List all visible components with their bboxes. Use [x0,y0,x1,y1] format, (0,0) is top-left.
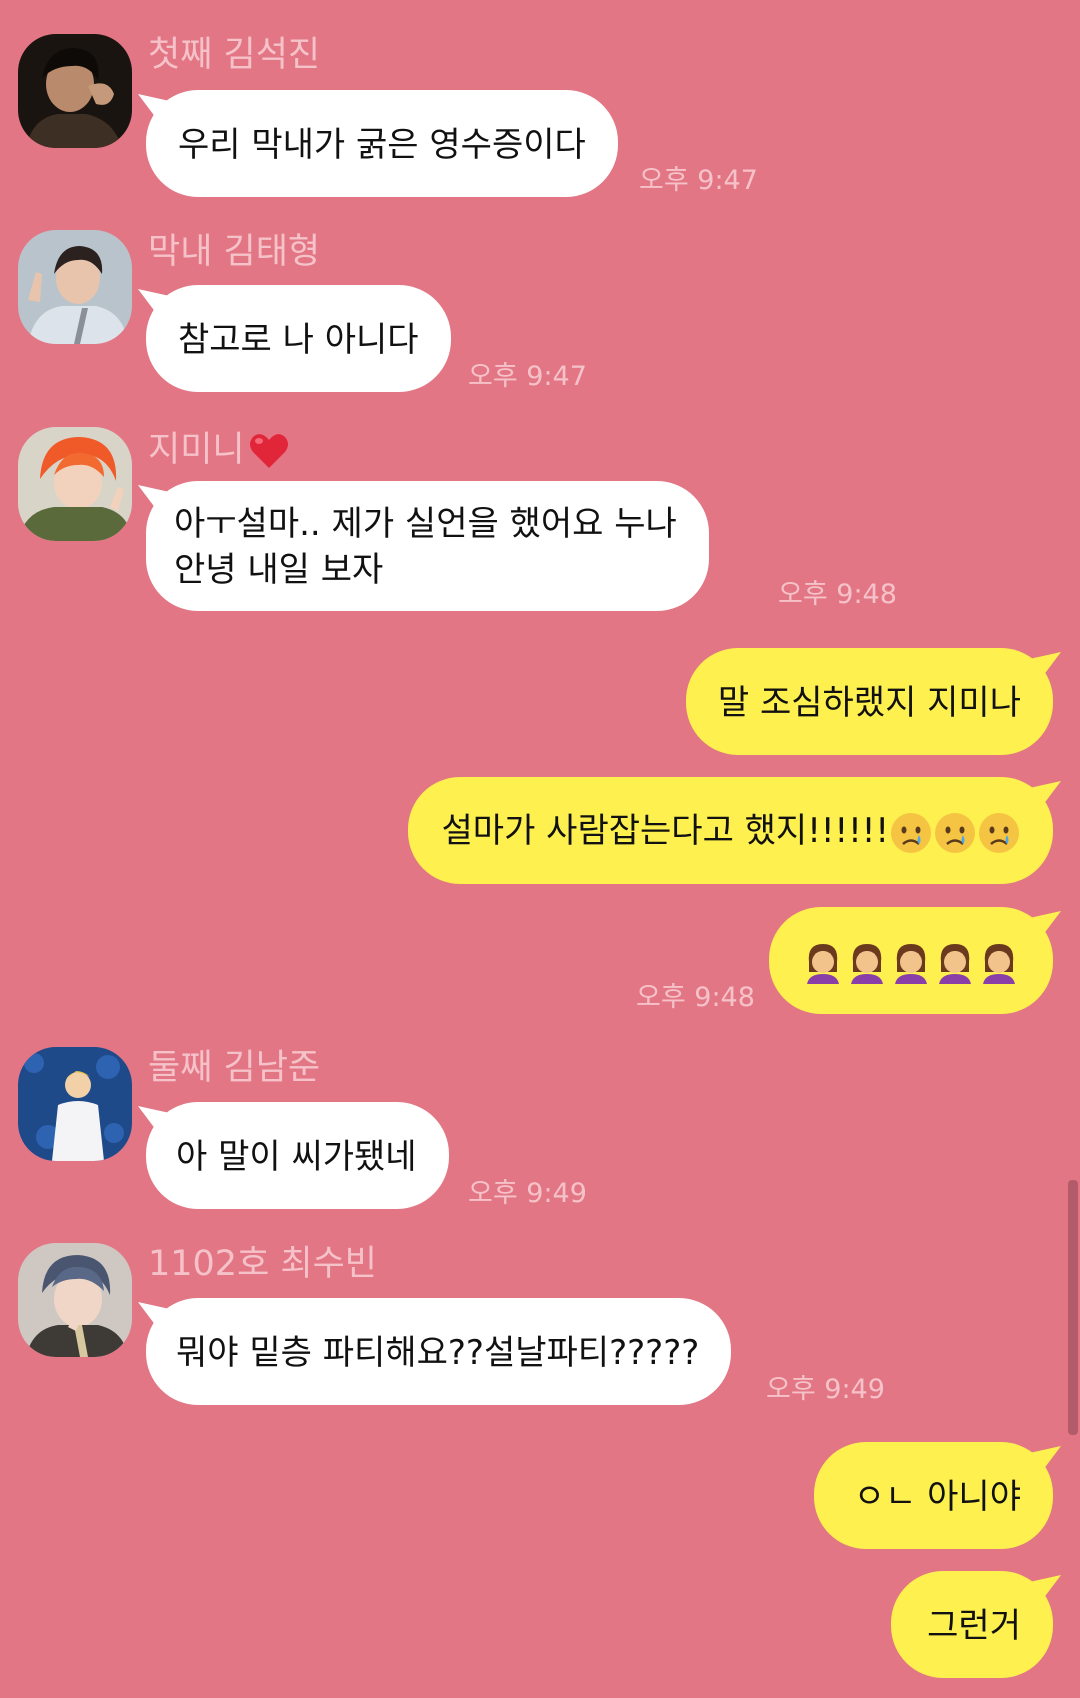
crying-face-emoji [889,811,933,855]
message-timestamp: 오후 9:48 [778,579,897,610]
incoming-message-bubble[interactable]: 참고로 나 아니다 [146,285,451,392]
facepalm-emoji [977,940,1021,984]
facepalm-emoji [889,940,933,984]
sender-name: 1102호 최수빈 [148,1244,377,1284]
crying-face-emoji [977,811,1021,855]
incoming-message-bubble[interactable]: 우리 막내가 굵은 영수증이다 [146,90,618,197]
scrollbar-thumb[interactable] [1068,1180,1078,1435]
outgoing-message-bubble[interactable]: 그런거 [891,1571,1053,1678]
incoming-message-bubble[interactable]: 아ㅜ설마.. 제가 실언을 했어요 누나 안녕 내일 보자 [146,481,709,611]
message-text: 참고로 나 아니다 [178,320,419,360]
avatar-taehyung[interactable] [18,230,132,344]
emoji-row [801,937,1021,984]
message-text: 우리 막내가 굵은 영수증이다 [178,125,586,165]
red-heart-icon [247,428,291,472]
message-text: 아ㅜ설마.. 제가 실언을 했어요 누나 [174,504,677,544]
outgoing-message-bubble[interactable]: 말 조심하랬지 지미나 [685,648,1053,755]
message-text: 설마가 사람잡는다고 했지!!!!!! [441,811,889,851]
crying-face-emoji [933,811,977,855]
avatar-soobin[interactable] [18,1243,132,1357]
avatar-namjoon[interactable] [18,1047,132,1161]
sender-name: 첫째 김석진 [148,35,321,75]
outgoing-message-bubble[interactable] [769,907,1053,1014]
message-row: 설마가 사람잡는다고 했지!!!!!! [442,808,1021,855]
message-text: 뭐야 밑층 파티해요??설날파티????? [176,1333,700,1373]
sender-name-text: 지미니 [148,430,245,470]
facepalm-emoji [933,940,977,984]
message-timestamp: 오후 9:47 [639,165,758,196]
sender-name: 막내 김태형 [148,232,321,272]
message-timestamp: 오후 9:48 [636,982,755,1013]
message-timestamp: 오후 9:49 [468,1178,587,1209]
avatar-jin[interactable] [18,34,132,148]
incoming-message-bubble[interactable]: 아 말이 씨가됐네 [146,1102,449,1209]
facepalm-emoji [845,940,889,984]
avatar-jimin[interactable] [18,427,132,541]
message-timestamp: 오후 9:47 [468,361,587,392]
outgoing-message-bubble[interactable]: 설마가 사람잡는다고 했지!!!!!! [407,777,1053,884]
message-text: 안녕 내일 보자 [174,550,384,590]
chat-room[interactable]: 첫째 김석진 우리 막내가 굵은 영수증이다 오후 9:47 막내 김태형 참고… [0,0,1080,1698]
sender-name: 지미니 [148,428,291,472]
message-text: ㅇㄴ 아니야 [853,1477,1021,1517]
message-text: 말 조심하랬지 지미나 [717,683,1021,723]
message-text: 그런거 [927,1606,1021,1646]
facepalm-emoji [801,940,845,984]
incoming-message-bubble[interactable]: 뭐야 밑층 파티해요??설날파티????? [146,1298,732,1405]
message-text: 아 말이 씨가됐네 [176,1137,417,1177]
message-timestamp: 오후 9:49 [766,1374,885,1405]
outgoing-message-bubble[interactable]: ㅇㄴ 아니야 [813,1442,1053,1549]
sender-name: 둘째 김남준 [148,1048,321,1088]
